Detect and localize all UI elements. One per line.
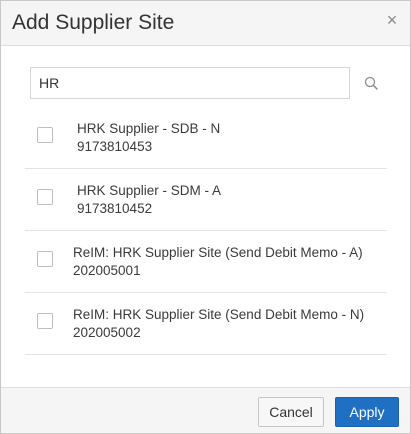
- checkbox[interactable]: [37, 189, 53, 205]
- dialog-title: Add Supplier Site: [12, 11, 175, 34]
- supplier-site-code: 202005002: [73, 325, 141, 340]
- checkbox[interactable]: [37, 313, 53, 329]
- search-input[interactable]: [30, 67, 350, 99]
- list-item[interactable]: HRK Supplier - SDB - N 9173810453: [25, 107, 387, 169]
- supplier-site-code: 9173810452: [77, 201, 153, 216]
- close-icon[interactable]: ×: [382, 10, 402, 30]
- search-icon[interactable]: [362, 74, 382, 94]
- list-item[interactable]: ReIM: HRK Supplier Site (Send Debit Memo…: [25, 231, 387, 293]
- list-item[interactable]: ReIM: HRK Supplier Site (Send Debit Memo…: [25, 293, 387, 355]
- dialog-footer: Cancel Apply: [1, 387, 410, 433]
- supplier-site-code: 202005001: [73, 263, 141, 278]
- supplier-site-list: HRK Supplier - SDB - N 9173810453 HRK Su…: [25, 107, 387, 355]
- add-supplier-site-dialog: Add Supplier Site × HRK Supplier - SDB -…: [0, 0, 411, 434]
- supplier-site-name: ReIM: HRK Supplier Site (Send Debit Memo…: [73, 245, 363, 260]
- checkbox[interactable]: [37, 127, 53, 143]
- supplier-site-code: 9173810453: [77, 139, 153, 154]
- checkbox[interactable]: [37, 251, 53, 267]
- search-row: [30, 67, 390, 101]
- supplier-site-name: HRK Supplier - SDM - A: [77, 183, 222, 198]
- cancel-button[interactable]: Cancel: [258, 397, 324, 427]
- supplier-site-name: ReIM: HRK Supplier Site (Send Debit Memo…: [73, 307, 365, 322]
- list-item[interactable]: HRK Supplier - SDM - A 9173810452: [25, 169, 387, 231]
- dialog-header: Add Supplier Site ×: [1, 1, 410, 46]
- apply-button[interactable]: Apply: [335, 397, 399, 427]
- supplier-site-name: HRK Supplier - SDB - N: [77, 121, 221, 136]
